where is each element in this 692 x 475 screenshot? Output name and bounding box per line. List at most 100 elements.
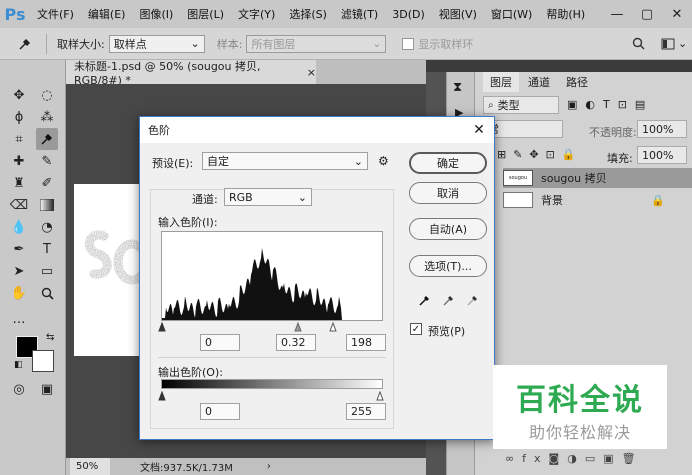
pen-tool-icon[interactable]: ✒ [8,238,30,260]
preview-checkbox[interactable]: ✓ [410,323,422,335]
maximize-button[interactable]: ▢ [632,0,662,28]
layer-filter-icons[interactable]: ▣◐T⊡▤ [567,98,653,111]
auto-button[interactable]: 自动(A) [409,218,487,240]
gradient-tool-icon[interactable] [36,194,58,216]
chevron-right-icon[interactable]: › [267,461,271,472]
show-ring-checkbox[interactable] [402,37,415,50]
input-black-slider[interactable] [158,321,166,332]
output-white-value: 255 [351,405,372,418]
brush-tool-icon[interactable]: ✎ [36,150,58,172]
output-slider-track[interactable] [158,389,386,401]
output-black-slider[interactable] [158,390,166,401]
menu-edit[interactable]: 编辑(E) [81,6,133,22]
default-colors-icon[interactable]: ◧ [14,360,23,370]
tab-layers[interactable]: 图层 [483,72,519,92]
input-slider-track[interactable] [158,320,386,332]
eyedropper-preset-icon[interactable] [10,37,40,51]
output-white-field[interactable]: 255 [346,403,386,420]
input-black-field[interactable]: 0 [200,334,240,351]
menu-3d[interactable]: 3D(D) [385,8,432,21]
lock-icons[interactable]: ⊞✎✥⊡🔒 [497,148,583,161]
preset-label: 预设(E): [152,157,194,170]
tools-panel: ✥ ◌ ϕ ⁂ ⌗ ✚ ✎ ♜ ✐ ⌫ 💧 ◔ ✒ T ➤ ▭ ✋ … ⇆ ◧ … [0,60,66,475]
ok-button[interactable]: 确定 [409,152,487,174]
zoom-tool-icon[interactable] [36,282,58,304]
menu-help[interactable]: 帮助(H) [539,6,592,22]
white-eyedropper-icon[interactable] [466,293,480,310]
more-tools-icon[interactable]: … [8,308,30,330]
document-tab-title: 未标题-1.psd @ 50% (sougou 拷贝, RGB/8#) * [74,59,261,87]
histogram [161,231,383,321]
options-button[interactable]: 选项(T)... [409,255,487,277]
minimize-button[interactable]: — [602,0,632,28]
close-button[interactable]: ✕ [662,0,692,28]
menu-file[interactable]: 文件(F) [30,6,81,22]
input-white-field[interactable]: 198 [346,334,386,351]
healing-brush-icon[interactable]: ✚ [8,150,30,172]
magic-wand-icon[interactable]: ⁂ [36,106,58,128]
output-white-slider[interactable] [376,390,384,401]
layer-row-sougou-copy[interactable]: sougou sougou 拷贝 [503,168,692,188]
quick-mask-icon[interactable]: ◎ [8,378,30,400]
chevron-down-icon[interactable]: ⌄ [678,37,692,50]
move-tool-icon[interactable]: ✥ [8,84,30,106]
swap-colors-icon[interactable]: ⇆ [46,332,54,343]
menu-window[interactable]: 窗口(W) [484,6,539,22]
dialog-close-icon[interactable]: ✕ [470,121,488,139]
input-white-slider[interactable] [329,321,337,332]
input-gamma-field[interactable]: 0.32 [276,334,316,351]
dialog-title: 色阶 [148,124,170,137]
fill-field[interactable]: 100% [637,146,687,164]
sample-select[interactable]: 所有图层 ⌄ [246,34,387,53]
layer-name: sougou 拷贝 [541,172,607,185]
menu-select[interactable]: 选择(S) [282,6,334,22]
history-brush-icon[interactable]: ✐ [36,172,58,194]
path-selection-icon[interactable]: ➤ [8,260,30,282]
document-size: 文档:937.5K/1.73M [140,463,233,474]
eraser-tool-icon[interactable]: ⌫ [8,194,30,216]
menu-image[interactable]: 图像(I) [132,6,180,22]
tab-channels[interactable]: 通道 [521,72,557,92]
tab-close-icon[interactable]: × [307,66,316,79]
document-tab[interactable]: 未标题-1.psd @ 50% (sougou 拷贝, RGB/8#) * × [66,59,316,87]
hand-tool-icon[interactable]: ✋ [8,282,30,304]
type-tool-icon[interactable]: T [36,238,58,260]
cancel-button[interactable]: 取消 [409,182,487,204]
tab-paths[interactable]: 路径 [559,72,595,92]
menu-filter[interactable]: 滤镜(T) [334,6,385,22]
watermark-title: 百科全说 [516,383,644,418]
clone-stamp-icon[interactable]: ♜ [8,172,30,194]
status-bar: 50% 文档:937.5K/1.73M › [66,458,426,475]
marquee-tool-icon[interactable]: ◌ [36,84,58,106]
layer-thumbnail [503,192,533,208]
zoom-level[interactable]: 50% [70,458,110,475]
eyedropper-tool-icon[interactable] [36,128,58,150]
blend-mode-select[interactable]: 常 [483,120,563,138]
black-eyedropper-icon[interactable] [418,293,432,311]
sample-size-select[interactable]: 取样点 ⌄ [108,34,205,53]
background-color-swatch[interactable] [32,350,54,372]
menu-view[interactable]: 视图(V) [432,6,484,22]
crop-tool-icon[interactable]: ⌗ [8,128,30,150]
layer-row-background[interactable]: 背景 🔒 [503,190,692,210]
channel-select[interactable]: RGB ⌄ [224,188,312,206]
menu-layer[interactable]: 图层(L) [180,6,231,22]
layer-filter-select[interactable]: ⌕ 类型 [483,96,559,114]
history-icon[interactable]: ⧗ [453,80,462,95]
layer-actions-icons[interactable]: ∞fx◙◑▭▣🗑 [505,452,644,465]
preset-options-gear-icon[interactable]: ⚙ [378,154,389,168]
screen-mode-icon[interactable]: ▣ [36,378,58,400]
menu-type[interactable]: 文字(Y) [231,6,282,22]
search-icon[interactable] [628,37,648,50]
gray-eyedropper-icon[interactable] [442,293,456,310]
opacity-field[interactable]: 100% [637,120,687,138]
input-gray-slider[interactable] [294,321,302,332]
workspace-icon[interactable] [658,38,678,50]
input-black-value: 0 [205,336,212,349]
lasso-tool-icon[interactable]: ϕ [8,106,30,128]
dodge-tool-icon[interactable]: ◔ [36,216,58,238]
blur-tool-icon[interactable]: 💧 [8,216,30,238]
preset-select[interactable]: 自定 ⌄ [202,152,368,170]
rectangle-tool-icon[interactable]: ▭ [36,260,58,282]
output-black-field[interactable]: 0 [200,403,240,420]
